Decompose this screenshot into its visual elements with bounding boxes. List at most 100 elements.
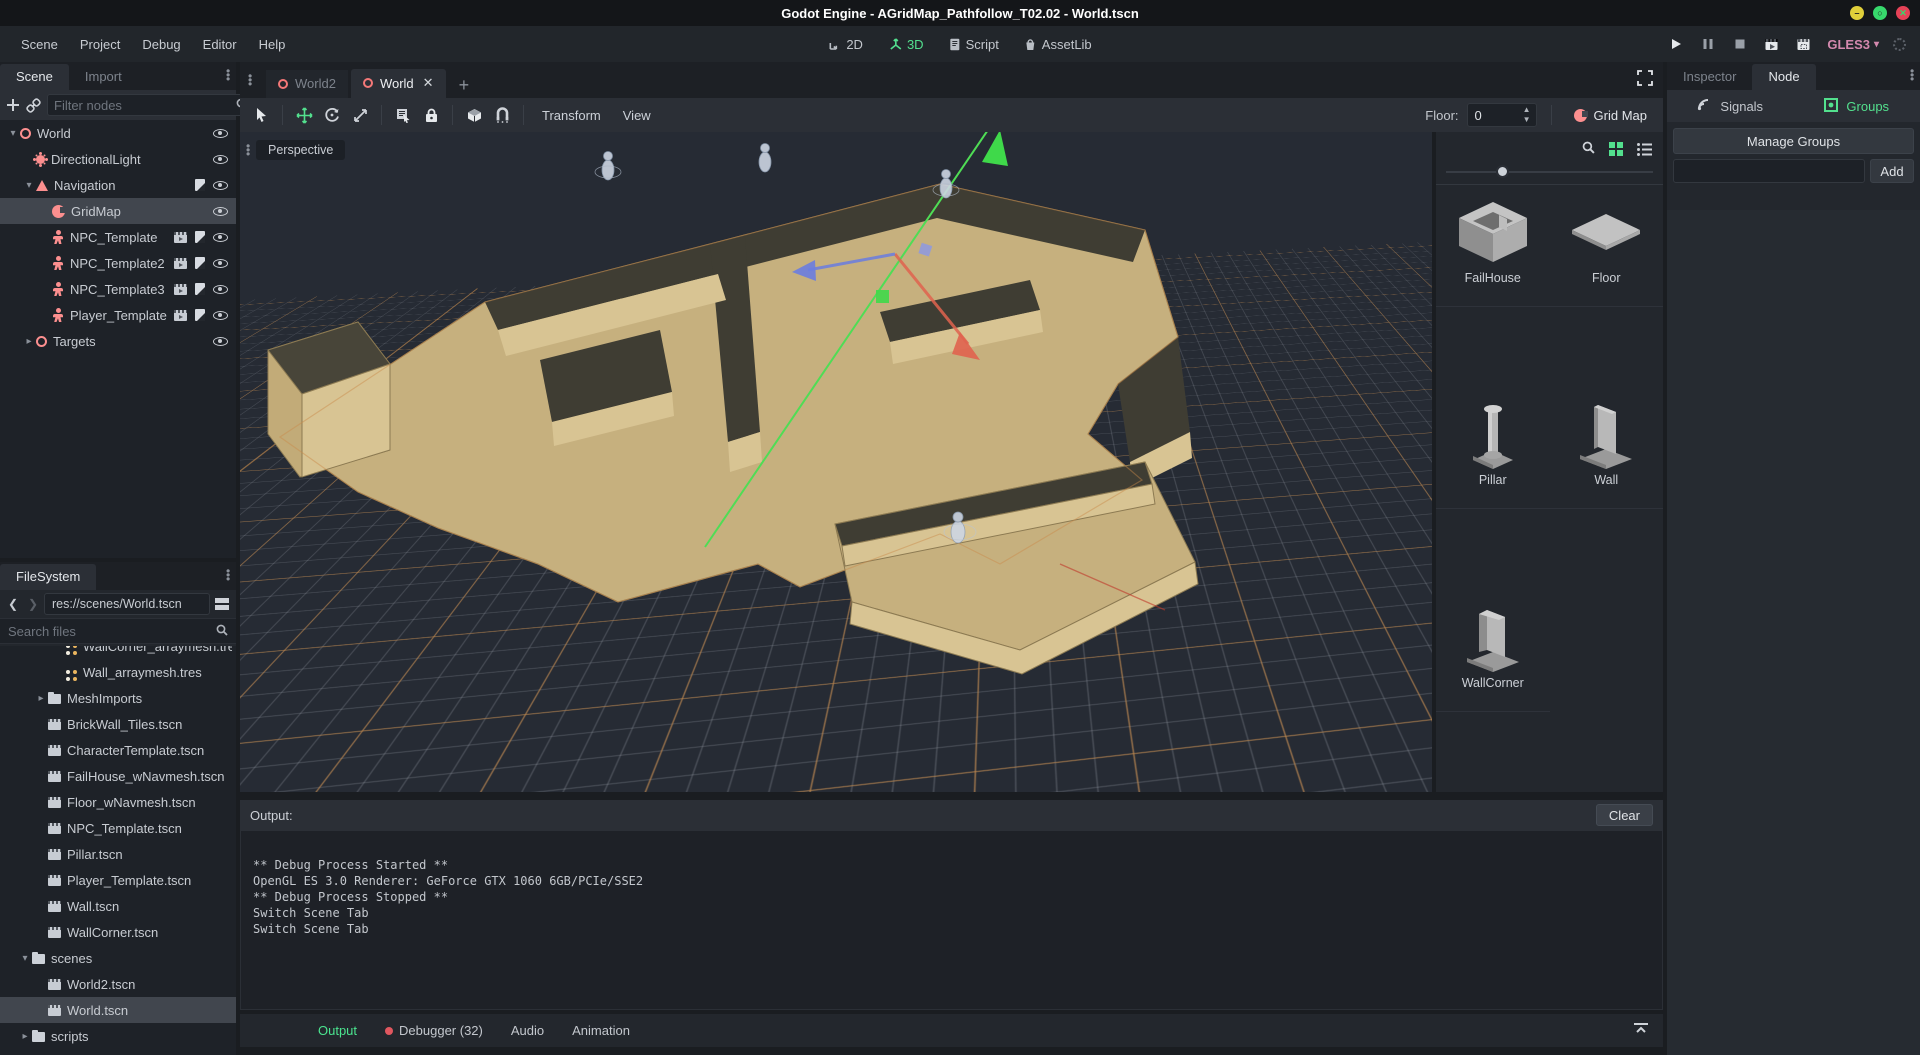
minimize-button[interactable]: – [1850,6,1864,20]
viewport-menu-handle-icon[interactable] [246,144,250,156]
mode-script-button[interactable]: Script [942,34,1007,55]
move-tool-button[interactable] [291,102,317,128]
thumbnail-view-icon[interactable] [1605,138,1627,160]
scene-tab-world[interactable]: World ✕ [351,69,446,98]
menu-debug[interactable]: Debug [133,33,189,56]
script-attached-icon[interactable] [195,231,205,243]
script-attached-icon[interactable] [195,179,205,191]
scale-tool-button[interactable] [347,102,373,128]
menu-editor[interactable]: Editor [194,33,246,56]
scene-node-NPC_Template3[interactable]: NPC_Template3 [0,276,236,302]
filter-nodes-input[interactable] [54,98,230,113]
dock-menu-icon[interactable] [226,569,230,581]
open-arrow-icon[interactable]: ▾ [22,180,36,191]
maximize-button[interactable]: ○ [1873,6,1887,20]
menu-help[interactable]: Help [250,33,295,56]
file-Wall_arraymesh.tres[interactable]: Wall_arraymesh.tres [0,659,236,685]
script-attached-icon[interactable] [195,283,205,295]
visibility-eye-icon[interactable] [213,311,228,320]
visibility-eye-icon[interactable] [213,233,228,242]
floor-spinbox[interactable]: 0 ▲▼ [1467,103,1537,127]
closed-arrow-icon[interactable]: ▸ [18,1031,32,1042]
script-attached-icon[interactable] [195,257,205,269]
view-menu[interactable]: View [613,104,661,127]
visibility-eye-icon[interactable] [213,337,228,346]
pause-button[interactable] [1699,36,1717,52]
slider-thumb[interactable] [1496,165,1509,178]
palette-item-pillar[interactable]: Pillar [1436,387,1550,509]
scene-node-Player_Template[interactable]: Player_Template [0,302,236,328]
menu-project[interactable]: Project [71,33,129,56]
group-name-input[interactable] [1673,159,1865,183]
collapse-panel-icon[interactable] [1633,1023,1649,1038]
dock-menu-icon[interactable] [226,69,230,81]
add-group-button[interactable]: Add [1870,159,1914,183]
drag-handle-icon[interactable] [248,74,252,86]
palette-item-floor[interactable]: Floor [1550,185,1664,307]
visibility-eye-icon[interactable] [213,285,228,294]
list-select-tool-button[interactable] [390,102,416,128]
file-FailHouse_wNavmesh.tscn[interactable]: FailHouse_wNavmesh.tscn [0,763,236,789]
mode-2d-button[interactable]: 2D [820,34,871,55]
list-view-icon[interactable] [1633,138,1655,160]
history-back-button[interactable]: ❮ [4,594,22,614]
palette-filter-field[interactable] [1444,138,1599,160]
scene-node-Navigation[interactable]: ▾Navigation [0,172,236,198]
file-MeshImports[interactable]: ▸MeshImports [0,685,236,711]
add-node-button[interactable] [6,94,20,116]
perspective-menu[interactable]: Perspective [256,140,345,160]
select-tool-button[interactable] [248,102,274,128]
scene-node-NPC_Template2[interactable]: NPC_Template2 [0,250,236,276]
history-forward-button[interactable]: ❯ [24,594,42,614]
tab-filesystem[interactable]: FileSystem [0,564,96,590]
3d-viewport[interactable]: Perspective [240,132,1432,792]
tab-inspector[interactable]: Inspector [1667,64,1752,90]
scene-instance-icon[interactable] [174,284,187,295]
mode-assetlib-button[interactable]: AssetLib [1017,34,1100,55]
spin-arrows-icon[interactable]: ▲▼ [1523,105,1531,125]
transform-menu[interactable]: Transform [532,104,611,127]
instance-scene-button[interactable] [26,94,41,116]
scene-instance-icon[interactable] [174,310,187,321]
play-custom-scene-button[interactable] [1795,36,1813,52]
play-scene-button[interactable] [1763,36,1781,52]
file-Wall.tscn[interactable]: Wall.tscn [0,893,236,919]
scene-instance-icon[interactable] [174,232,187,243]
clear-output-button[interactable]: Clear [1596,804,1653,826]
file-World2.tscn[interactable]: World2.tscn [0,971,236,997]
snap-toggle[interactable] [489,102,515,128]
visibility-eye-icon[interactable] [213,181,228,190]
scene-node-DirectionalLight[interactable]: DirectionalLight [0,146,236,172]
bottom-tab-audio[interactable]: Audio [499,1019,556,1042]
scene-node-NPC_Template[interactable]: NPC_Template [0,224,236,250]
scene-tab-world2[interactable]: World2 [266,70,348,98]
open-arrow-icon[interactable]: ▾ [18,953,32,964]
tab-import[interactable]: Import [69,64,138,90]
current-path[interactable]: res://scenes/World.tscn [44,593,210,615]
file-scripts[interactable]: ▸scripts [0,1023,236,1049]
new-scene-tab-button[interactable]: + [449,73,480,98]
palette-item-failhouse[interactable]: FailHouse [1436,185,1550,307]
palette-item-wall[interactable]: Wall [1550,387,1664,509]
signals-tab[interactable]: Signals [1667,90,1794,122]
file-BrickWall_Tiles.tscn[interactable]: BrickWall_Tiles.tscn [0,711,236,737]
scene-node-World[interactable]: ▾World [0,120,236,146]
file-NPC_Template.tscn[interactable]: NPC_Template.tscn [0,815,236,841]
bottom-tab-debugger-32-[interactable]: Debugger (32) [373,1019,495,1042]
tab-node[interactable]: Node [1752,64,1815,90]
file-Pillar.tscn[interactable]: Pillar.tscn [0,841,236,867]
file-WallCorner_arraymesh.tres[interactable]: WallCorner_arraymesh.tres [0,646,236,659]
renderer-select[interactable]: GLES3 ▾ [1827,37,1879,52]
distraction-free-icon[interactable] [1637,70,1653,89]
visibility-eye-icon[interactable] [213,259,228,268]
lock-selected-button[interactable] [418,102,444,128]
stop-button[interactable] [1731,36,1749,52]
scene-node-Targets[interactable]: ▸Targets [0,328,236,354]
visibility-eye-icon[interactable] [213,207,228,216]
rotate-tool-button[interactable] [319,102,345,128]
bottom-tab-animation[interactable]: Animation [560,1019,642,1042]
local-space-toggle[interactable] [461,102,487,128]
file-Player_Template.tscn[interactable]: Player_Template.tscn [0,867,236,893]
palette-zoom-slider[interactable] [1446,164,1653,180]
scene-node-GridMap[interactable]: GridMap [0,198,236,224]
